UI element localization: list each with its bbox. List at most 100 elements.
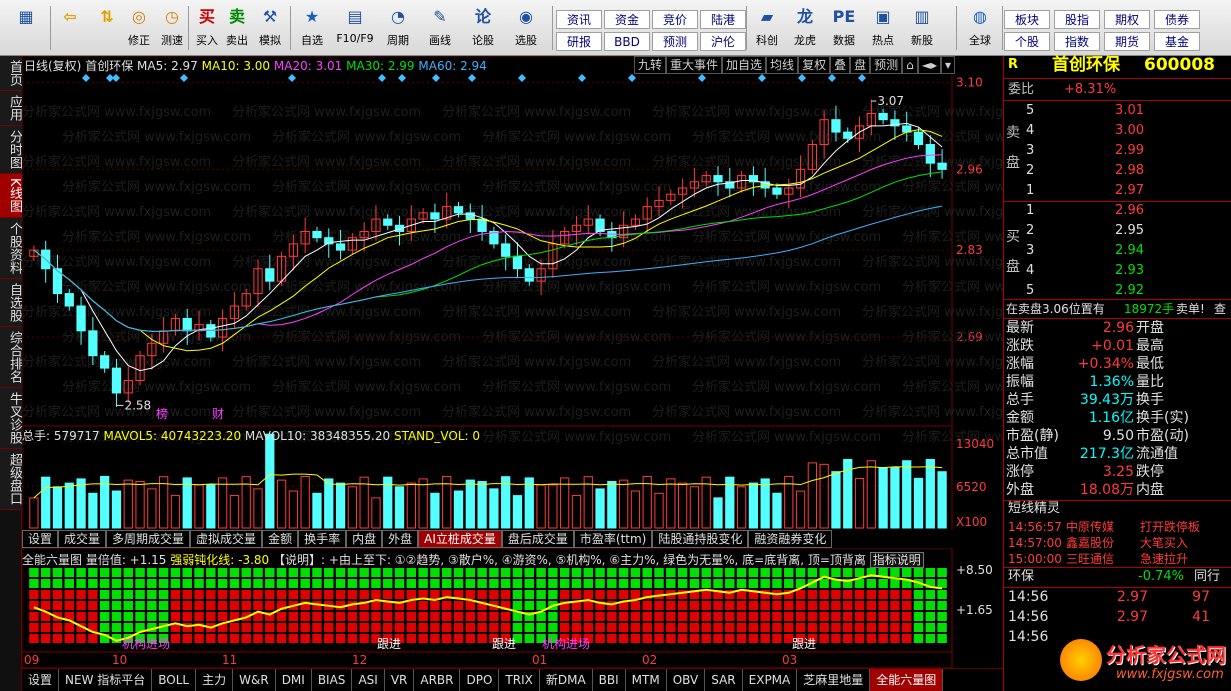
sell-price[interactable]: 2.98 bbox=[1074, 162, 1144, 180]
toolbar-button-5[interactable]: 买买入 bbox=[192, 6, 222, 52]
chart-tool-8[interactable]: ⌂ bbox=[902, 56, 918, 74]
chart-tool-0[interactable]: 九转 bbox=[634, 56, 667, 74]
volume-tab-3[interactable]: 虚拟成交量 bbox=[190, 530, 263, 548]
toolbar-link-8[interactable]: 板块 bbox=[1004, 10, 1050, 29]
toolbar-button-6[interactable]: 卖卖出 bbox=[222, 6, 252, 52]
toolbar-link-9[interactable]: 股指 bbox=[1054, 10, 1100, 29]
short-sprite-title[interactable]: 短线精灵 bbox=[1008, 500, 1060, 518]
buy-price[interactable]: 2.95 bbox=[1074, 222, 1144, 240]
indicator-tab-5[interactable]: DMI bbox=[276, 669, 312, 691]
indicator-tab-17[interactable]: EXPMA bbox=[743, 669, 798, 691]
indicator-tab-15[interactable]: OBV bbox=[667, 669, 706, 691]
toolbar-button-10[interactable]: ◔ 周期 bbox=[380, 6, 416, 52]
sell-price[interactable]: 2.99 bbox=[1074, 142, 1144, 160]
toolbar-link-1[interactable]: 资金 bbox=[604, 10, 650, 29]
volume-tab-2[interactable]: 多周期成交量 bbox=[106, 530, 191, 548]
indicator-tab-18[interactable]: 芝麻里地量 bbox=[797, 669, 871, 691]
toolbar-link-12[interactable]: 个股 bbox=[1004, 32, 1050, 51]
toolbar-button-19[interactable]: ◍ 全球 bbox=[960, 6, 1000, 52]
indicator-tab-1[interactable]: NEW 指标平台 bbox=[59, 669, 153, 691]
indicator-tab-11[interactable]: TRIX bbox=[499, 669, 540, 691]
toolbar-button-16[interactable]: PE 数据 bbox=[826, 6, 862, 52]
left-tab-3[interactable]: K线图 bbox=[0, 174, 22, 218]
left-tab-6[interactable]: 综合排名 bbox=[0, 326, 22, 388]
toolbar-link-15[interactable]: 基金 bbox=[1154, 32, 1200, 51]
toolbar-button-9[interactable]: ▤ F10/F9 bbox=[332, 6, 378, 52]
chart-tool-9[interactable]: ◄▸ bbox=[917, 56, 942, 74]
indicator-tab-4[interactable]: W&R bbox=[233, 669, 276, 691]
sell-price[interactable]: 3.01 bbox=[1074, 102, 1144, 120]
chart-tool-10[interactable]: ▾ bbox=[941, 56, 956, 74]
volume-tab-8[interactable]: AI立桩成交量 bbox=[418, 530, 502, 548]
chart-tool-7[interactable]: 预测 bbox=[870, 56, 903, 74]
indicator-tab-3[interactable]: 主力 bbox=[196, 669, 234, 691]
left-tab-1[interactable]: 应用 bbox=[0, 91, 22, 126]
sell-price[interactable]: 2.97 bbox=[1074, 182, 1144, 200]
chart-tool-3[interactable]: 均线 bbox=[766, 56, 799, 74]
chart-tool-4[interactable]: 复权 bbox=[798, 56, 831, 74]
notice-check-button[interactable]: 查 bbox=[1214, 300, 1226, 318]
indicator-tab-7[interactable]: ASI bbox=[352, 669, 385, 691]
indicator-tab-10[interactable]: DPO bbox=[460, 669, 500, 691]
short-name[interactable]: 三旺通信 bbox=[1066, 550, 1114, 568]
chart-tool-2[interactable]: 加自选 bbox=[722, 56, 767, 74]
indicator-tab-12[interactable]: 新DMA bbox=[540, 669, 593, 691]
toolbar-link-4[interactable]: 研报 bbox=[556, 32, 602, 51]
peer-button[interactable]: 同行 bbox=[1194, 568, 1220, 586]
toolbar-button-0[interactable]: ▦ bbox=[6, 6, 46, 52]
toolbar-link-6[interactable]: 预测 bbox=[652, 32, 698, 51]
indicator-tab-2[interactable]: BOLL bbox=[152, 669, 197, 691]
toolbar-button-4[interactable]: ◷ 测速 bbox=[156, 6, 188, 52]
indicator-tab-9[interactable]: ARBR bbox=[414, 669, 461, 691]
toolbar-link-7[interactable]: 沪伦 bbox=[700, 32, 746, 51]
toolbar-link-2[interactable]: 竞价 bbox=[652, 10, 698, 29]
buy-price[interactable]: 2.92 bbox=[1074, 282, 1144, 300]
toolbar-button-3[interactable]: ◎ 修正 bbox=[124, 6, 154, 52]
left-tab-4[interactable]: 个股资料 bbox=[0, 217, 22, 279]
indicator-help-button[interactable]: 指标说明 bbox=[869, 552, 924, 568]
left-tab-5[interactable]: 自选股 bbox=[0, 278, 22, 327]
indicator-tab-19[interactable]: 全能六量图 bbox=[870, 669, 944, 691]
left-tab-2[interactable]: 分时图 bbox=[0, 126, 22, 174]
indicator-tab-13[interactable]: BBI bbox=[593, 669, 626, 691]
toolbar-link-10[interactable]: 期权 bbox=[1104, 10, 1150, 29]
toolbar-button-2[interactable]: ⇅ bbox=[90, 6, 124, 52]
toolbar-button-7[interactable]: ⚒ 模拟 bbox=[254, 6, 286, 52]
buy-price[interactable]: 2.93 bbox=[1074, 262, 1144, 280]
volume-tab-11[interactable]: 陆股通持股变化 bbox=[652, 530, 749, 548]
buy-price[interactable]: 2.96 bbox=[1074, 202, 1144, 220]
toolbar-link-11[interactable]: 债券 bbox=[1154, 10, 1200, 29]
toolbar-link-13[interactable]: 指数 bbox=[1054, 32, 1100, 51]
volume-tab-5[interactable]: 换手率 bbox=[298, 530, 347, 548]
toolbar-button-18[interactable]: ▥ 新股 bbox=[904, 6, 940, 52]
chart-tool-1[interactable]: 重大事件 bbox=[666, 56, 723, 74]
sell-price[interactable]: 3.00 bbox=[1074, 122, 1144, 140]
toolbar-link-5[interactable]: BBD bbox=[604, 32, 650, 51]
volume-tab-4[interactable]: 金额 bbox=[262, 530, 299, 548]
buy-price[interactable]: 2.94 bbox=[1074, 242, 1144, 260]
toolbar-link-3[interactable]: 陆港 bbox=[700, 10, 746, 29]
chart-tool-6[interactable]: 盘 bbox=[850, 56, 871, 74]
toolbar-button-8[interactable]: ★ 自选 bbox=[292, 6, 332, 52]
indicator-tab-6[interactable]: BIAS bbox=[312, 669, 353, 691]
indicator-tab-14[interactable]: MTM bbox=[626, 669, 667, 691]
toolbar-button-17[interactable]: ▣ 热点 bbox=[866, 6, 900, 52]
chart-area[interactable]: 3.10 2.96 2.83 2.69 分析家公式网 www.fxjgsw.com 分析家… bbox=[22, 56, 1003, 668]
indicator-tab-16[interactable]: SAR bbox=[705, 669, 743, 691]
toolbar-button-1[interactable]: ⇦ bbox=[52, 6, 88, 52]
left-tab-0[interactable]: 首页 bbox=[0, 56, 22, 91]
indicator-tab-8[interactable]: VR bbox=[385, 669, 415, 691]
chart-tool-5[interactable]: 叠 bbox=[830, 56, 851, 74]
toolbar-button-13[interactable]: ◉ 选股 bbox=[506, 6, 546, 52]
volume-tab-12[interactable]: 融资融券变化 bbox=[748, 530, 833, 548]
volume-tab-7[interactable]: 外盘 bbox=[382, 530, 419, 548]
toolbar-link-14[interactable]: 期货 bbox=[1104, 32, 1150, 51]
left-tab-7[interactable]: 牛叉诊股 bbox=[0, 387, 22, 449]
volume-tab-1[interactable]: 成交量 bbox=[58, 530, 107, 548]
toolbar-button-11[interactable]: ✎ 画线 bbox=[420, 6, 460, 52]
volume-tab-10[interactable]: 市盈率(ttm) bbox=[573, 530, 653, 548]
volume-tab-6[interactable]: 内盘 bbox=[346, 530, 383, 548]
toolbar-link-0[interactable]: 资讯 bbox=[556, 10, 602, 29]
toolbar-button-12[interactable]: 论论股 bbox=[466, 6, 500, 52]
toolbar-button-14[interactable]: ▰ 科创 bbox=[750, 6, 784, 52]
